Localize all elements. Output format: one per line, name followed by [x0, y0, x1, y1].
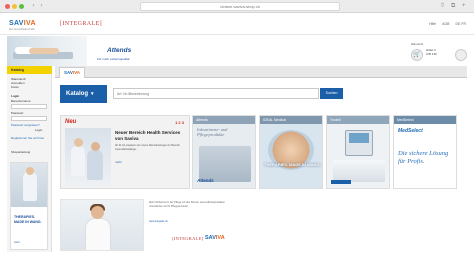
- brand-tile-medselect[interactable]: MedSelect MedSelect Die sichere Lösung f…: [393, 115, 457, 189]
- saviva-slogan: Die Gesundheits-Profis: [9, 28, 35, 31]
- login-button[interactable]: Login: [35, 128, 42, 132]
- tabs-icon[interactable]: ⧉: [451, 3, 455, 10]
- feature-title: Neuer Bereich Health Services von Saviva: [115, 130, 181, 141]
- brand-tile-attends[interactable]: Attends Inkontinenz- und Pflegeprodukte …: [192, 115, 256, 189]
- login-heading: Login: [11, 94, 20, 98]
- sidebar-ad[interactable]: THERAPIES. MADE IN WANG. mehr: [10, 162, 48, 250]
- language-switch[interactable]: DE FR: [456, 22, 467, 26]
- close-window-button[interactable]: [5, 4, 10, 9]
- tab-saviva[interactable]: SAVIVA: [59, 67, 85, 78]
- username-field[interactable]: [11, 104, 47, 109]
- feature-more-link[interactable]: mehr: [115, 160, 122, 164]
- cart-area: Warenkorb 🛒 Artikel: 0 CHF 0.00: [411, 43, 467, 65]
- feature-photo: [65, 128, 111, 186]
- banner-photo: [7, 36, 87, 66]
- integrale-logo: [INTEGRALE]: [172, 236, 204, 241]
- left-sidebar: Katalog Warenkorb Anmelden Konto Login B…: [7, 66, 52, 252]
- feature-text: Ab 01.01 erweitern wir unsere Dienstleis…: [115, 144, 180, 151]
- cart-summary: Artikel: 0 CHF 0.00: [426, 49, 437, 57]
- tile-heading: Trudell: [327, 116, 389, 124]
- integrale-logo[interactable]: [INTEGRALE]: [60, 21, 102, 27]
- username-label: Benutzername: [11, 99, 31, 103]
- brand-tile-ideal-medical[interactable]: IDEAL Medical THERAPIES. MADE IN WANG.: [259, 115, 323, 189]
- share-icon[interactable]: ⇧: [440, 3, 445, 10]
- tile-heading: IDEAL Medical: [260, 116, 322, 124]
- sidebar-item-konto[interactable]: Konto: [11, 85, 19, 89]
- back-arrow-icon[interactable]: ‹: [30, 3, 37, 10]
- terms-link[interactable]: AGB: [442, 22, 449, 26]
- maximize-window-button[interactable]: [19, 4, 24, 9]
- tile-text: THERAPIES. MADE IN WANG.: [264, 162, 321, 167]
- saviva-logo[interactable]: SAVIVA: [9, 20, 36, 27]
- main-content: SAVIVA Katalog▾ Suchen Neu 1 2 3 Neuer B…: [55, 66, 467, 252]
- katalog-dropdown-button[interactable]: Katalog ▾: [60, 85, 107, 103]
- sidebar-ad-more-link[interactable]: mehr: [14, 241, 20, 244]
- attends-logo[interactable]: Attends: [107, 47, 131, 54]
- sidebar-ad-title: THERAPIES. MADE IN WANG.: [14, 215, 42, 224]
- tile-text: Die sichere Lösung für Profis.: [398, 150, 449, 165]
- attends-logo: Attends: [197, 178, 214, 183]
- top-banner: Attends Für mehr Lebensqualität Warenkor…: [7, 36, 467, 66]
- site-header: SAVIVA Die Gesundheits-Profis [INTEGRALE…: [0, 13, 474, 35]
- medselect-logo: MedSelect: [398, 128, 423, 134]
- new-tab-icon[interactable]: +: [462, 3, 466, 10]
- chevron-down-icon: ▾: [91, 91, 94, 97]
- address-bar[interactable]: viviane.saviva-shop.ch: [140, 2, 340, 11]
- tile-heading: Attends: [193, 116, 255, 124]
- search-input[interactable]: [113, 88, 319, 99]
- attends-tagline: Für mehr Lebensqualität: [97, 57, 130, 61]
- saviva-logo: SAVIVA: [205, 235, 225, 241]
- forward-arrow-icon[interactable]: ›: [38, 3, 45, 10]
- password-field[interactable]: [11, 116, 47, 121]
- lower-description: Mehr Sicherheit in der Pflege mit den Kl…: [149, 201, 226, 208]
- catalog-search-bar: Katalog▾ Suchen: [60, 85, 465, 103]
- browser-toolbar: ‹ › viviane.saviva-shop.ch ⇧ ⧉ +: [0, 0, 474, 13]
- slider-pager[interactable]: 1 2 3: [175, 120, 184, 125]
- new-badge: Neu: [65, 119, 77, 125]
- password-label: Passwort: [11, 111, 24, 115]
- header-links: Hilfe AGB DE FR: [424, 22, 466, 26]
- tile-text: Inkontinenz- und Pflegeprodukte: [197, 127, 228, 137]
- sidebar-item-katalog[interactable]: Katalog: [7, 66, 52, 74]
- tile-heading: MedSelect: [394, 116, 456, 124]
- magnifier-icon[interactable]: [455, 49, 467, 61]
- register-link[interactable]: Registrieren Sie sich hier: [11, 136, 49, 140]
- shop-tabs: SAVIVA: [55, 66, 467, 78]
- search-button[interactable]: Suchen: [320, 88, 343, 99]
- integrale-web-link[interactable]: www.integrale.ch: [149, 220, 168, 223]
- brand-tile-trudell[interactable]: Trudell: [326, 115, 390, 189]
- forgot-password-link[interactable]: Passwort vergessen?: [11, 123, 40, 127]
- cart-label: Warenkorb: [411, 43, 424, 46]
- news-feature-card[interactable]: Neu 1 2 3 Neuer Bereich Health Services …: [60, 115, 190, 189]
- cart-icon[interactable]: 🛒: [411, 49, 423, 61]
- shop-guide-link[interactable]: Shopanleitung: [11, 150, 30, 154]
- help-link[interactable]: Hilfe: [429, 22, 436, 26]
- nurse-photo: [60, 199, 144, 251]
- cart-total: CHF 0.00: [426, 53, 437, 56]
- minimize-window-button[interactable]: [12, 4, 17, 9]
